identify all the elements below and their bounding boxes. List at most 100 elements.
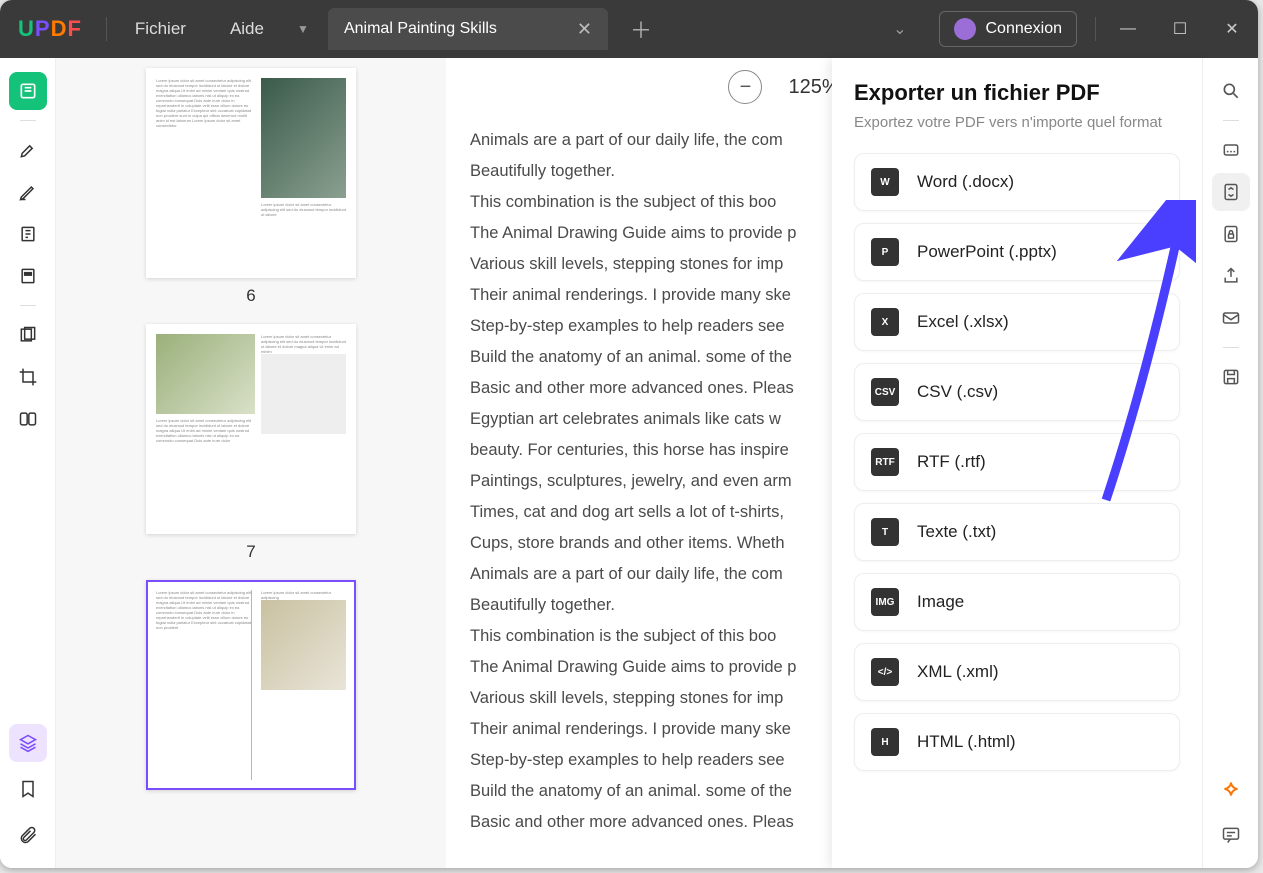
window-controls: ― ☐ ✕	[1102, 9, 1258, 49]
text-icon: T	[871, 518, 899, 546]
bookmark-button[interactable]	[9, 770, 47, 808]
lock-file-icon	[1221, 224, 1241, 244]
app-window: UPDF Fichier Aide ▼ Animal Painting Skil…	[0, 0, 1258, 868]
word-icon: W	[871, 168, 899, 196]
app-logo: UPDF	[0, 16, 100, 42]
highlighter-icon	[18, 140, 38, 160]
menu-help[interactable]: Aide	[208, 19, 286, 39]
separator	[1223, 347, 1239, 348]
export-text[interactable]: T Texte (.txt)	[854, 503, 1180, 561]
export-label: XML (.xml)	[917, 662, 999, 682]
ocr-icon	[1221, 140, 1241, 160]
search-button[interactable]	[1212, 72, 1250, 110]
paperclip-icon	[18, 825, 38, 845]
share-button[interactable]	[1212, 257, 1250, 295]
attachment-button[interactable]	[9, 816, 47, 854]
comment-icon	[1221, 825, 1241, 845]
separator	[20, 120, 36, 121]
image-icon: IMG	[871, 588, 899, 616]
edit-button[interactable]	[9, 173, 47, 211]
export-csv[interactable]: CSV CSV (.csv)	[854, 363, 1180, 421]
export-label: PowerPoint (.pptx)	[917, 242, 1057, 262]
xml-icon: </>	[871, 658, 899, 686]
export-subtitle: Exportez votre PDF vers n'importe quel f…	[854, 114, 1180, 131]
sparkle-icon	[1221, 779, 1241, 799]
reader-mode-button[interactable]	[9, 72, 47, 110]
tab-dropdown[interactable]: ▼	[286, 14, 320, 44]
export-image[interactable]: IMG Image	[854, 573, 1180, 631]
page-number: 7	[96, 542, 406, 562]
export-label: Texte (.txt)	[917, 522, 996, 542]
export-panel: Exporter un fichier PDF Exportez votre P…	[832, 58, 1202, 868]
bookmark-icon	[18, 779, 38, 799]
crop-button[interactable]	[9, 358, 47, 396]
search-icon	[1221, 81, 1241, 101]
menu-file[interactable]: Fichier	[113, 19, 208, 39]
compare-button[interactable]	[9, 400, 47, 438]
close-button[interactable]: ✕	[1206, 9, 1258, 49]
export-rtf[interactable]: RTF RTF (.rtf)	[854, 433, 1180, 491]
thumbnail-page-6[interactable]: Lorem ipsum dolor sit amet consectetur a…	[96, 68, 406, 306]
save-button[interactable]	[1212, 358, 1250, 396]
mail-icon	[1221, 308, 1241, 328]
pages-icon	[18, 224, 38, 244]
separator	[20, 305, 36, 306]
tab-overflow-icon[interactable]: ⌄	[873, 19, 926, 39]
new-tab-button[interactable]: ＋	[630, 13, 652, 45]
export-title: Exporter un fichier PDF	[854, 80, 1180, 106]
tab-close-icon[interactable]: ✕	[577, 19, 592, 40]
csv-icon: CSV	[871, 378, 899, 406]
save-icon	[1221, 367, 1241, 387]
export-html[interactable]: H HTML (.html)	[854, 713, 1180, 771]
thumbnail-page-7[interactable]: Lorem ipsum dolor sit amet consectetur a…	[96, 324, 406, 562]
export-label: Image	[917, 592, 964, 612]
login-button[interactable]: Connexion	[939, 11, 1078, 47]
thumbnails-panel[interactable]: Lorem ipsum dolor sit amet consectetur a…	[56, 58, 446, 868]
export-label: Excel (.xlsx)	[917, 312, 1009, 332]
titlebar: UPDF Fichier Aide ▼ Animal Painting Skil…	[0, 0, 1258, 58]
ocr-button[interactable]	[1212, 131, 1250, 169]
organize-icon	[18, 325, 38, 345]
pages-button[interactable]	[9, 215, 47, 253]
convert-icon	[1221, 182, 1241, 202]
minimize-button[interactable]: ―	[1102, 9, 1154, 49]
layers-button[interactable]	[9, 724, 47, 762]
document-tab[interactable]: Animal Painting Skills ✕	[328, 8, 608, 50]
export-powerpoint[interactable]: PPowerPoint (.pptx)	[854, 223, 1180, 281]
export-word[interactable]: W Word (.docx)	[854, 153, 1180, 211]
login-label: Connexion	[986, 20, 1063, 38]
right-toolbar	[1202, 58, 1258, 868]
thumbnail-page-8[interactable]: Lorem ipsum dolor sit amet consectetur a…	[96, 580, 406, 790]
email-button[interactable]	[1212, 299, 1250, 337]
maximize-button[interactable]: ☐	[1154, 9, 1206, 49]
share-icon	[1221, 266, 1241, 286]
export-excel[interactable]: X Excel (.xlsx)	[854, 293, 1180, 351]
left-toolbar	[0, 58, 56, 868]
tab-title: Animal Painting Skills	[344, 20, 497, 38]
export-label: HTML (.html)	[917, 732, 1016, 752]
protect-button[interactable]	[1212, 215, 1250, 253]
page-number: 6	[96, 286, 406, 306]
pen-icon	[18, 182, 38, 202]
ai-button[interactable]	[1212, 770, 1250, 808]
redact-icon	[18, 266, 38, 286]
comment-button[interactable]	[1212, 816, 1250, 854]
separator	[1223, 120, 1239, 121]
html-icon: H	[871, 728, 899, 756]
convert-button[interactable]	[1212, 173, 1250, 211]
export-label: Word (.docx)	[917, 172, 1014, 192]
redact-button[interactable]	[9, 257, 47, 295]
crop-icon	[18, 367, 38, 387]
export-xml[interactable]: </> XML (.xml)	[854, 643, 1180, 701]
export-label: CSV (.csv)	[917, 382, 998, 402]
rtf-icon: RTF	[871, 448, 899, 476]
compare-icon	[18, 409, 38, 429]
book-icon	[18, 81, 38, 101]
zoom-out-button[interactable]: −	[728, 70, 762, 104]
highlight-button[interactable]	[9, 131, 47, 169]
document-view: − 125% ▼ + Animals are a part of our dai…	[446, 58, 1202, 868]
organize-button[interactable]	[9, 316, 47, 354]
excel-icon: X	[871, 308, 899, 336]
export-label: RTF (.rtf)	[917, 452, 986, 472]
layers-icon	[18, 733, 38, 753]
